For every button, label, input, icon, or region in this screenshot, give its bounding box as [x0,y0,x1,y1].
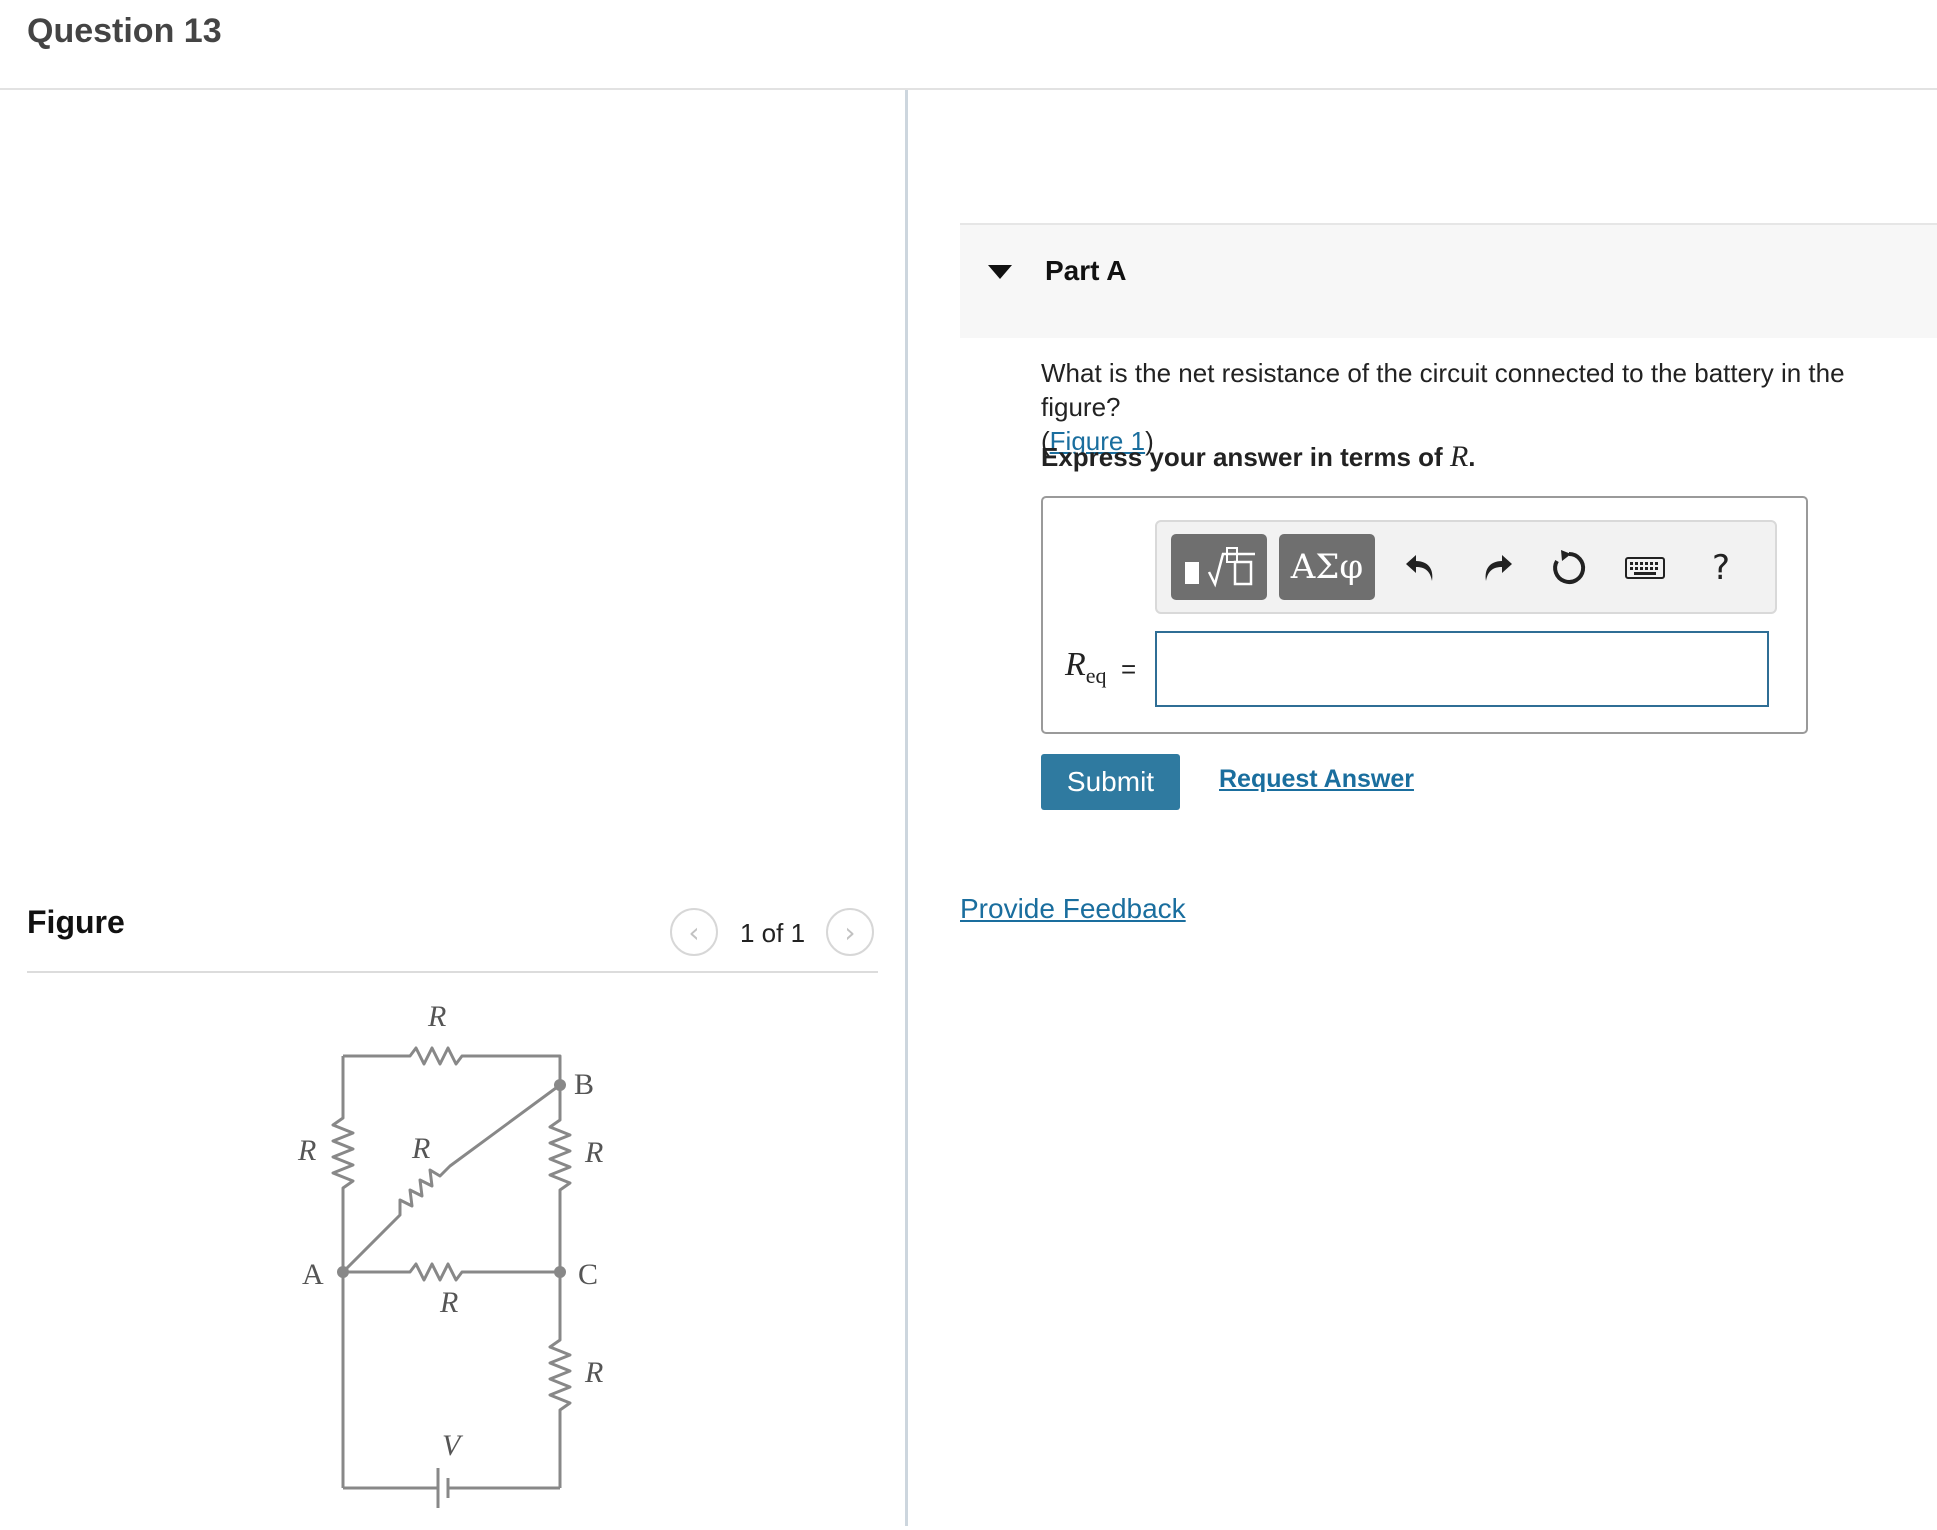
answer-box: ΑΣφ ? Req = [1041,496,1808,734]
collapse-triangle-icon[interactable] [988,265,1012,279]
label-r-left: R [297,1134,316,1167]
submit-button[interactable]: Submit [1041,754,1180,810]
wire-top [343,1046,562,1085]
templates-button[interactable] [1171,534,1267,600]
question-header: Question 13 [0,0,1937,90]
help-button[interactable]: ? [1695,542,1747,594]
panel-divider [905,90,908,1526]
help-icon: ? [1711,548,1731,588]
answer-var: R [1065,646,1086,683]
answer-input[interactable] [1155,631,1769,707]
label-r-middle: R [439,1286,458,1319]
keyboard-button[interactable] [1619,542,1671,594]
figure-divider [27,971,878,973]
label-node-a: A [302,1258,324,1291]
chevron-left-icon: ‹ [688,915,700,949]
circuit-diagram: R R R R R R A B C V [297,1000,603,1508]
reset-icon [1553,550,1586,584]
label-battery: V [442,1429,464,1462]
instruction: Express your answer in terms of R. [1041,440,1476,474]
label-r-right-lower: R [584,1356,603,1389]
undo-icon [1406,555,1433,581]
wire-left [331,1056,355,1272]
next-figure-button[interactable]: › [826,908,874,956]
figure-pager: ‹ 1 of 1 › [670,908,880,960]
question-body: What is the net resistance of the circui… [1041,358,1845,422]
label-node-b: B [574,1068,594,1101]
label-r-right-upper: R [584,1136,603,1169]
instruction-var: R [1449,440,1469,473]
node-c-dot [554,1266,566,1278]
figure-title: Figure [27,904,125,940]
redo-button[interactable] [1471,542,1523,594]
node-b-dot [554,1079,566,1091]
label-r-top: R [427,1000,446,1033]
instruction-prefix: Express your answer in terms of [1041,442,1450,472]
answer-variable-label: Req [1065,646,1107,689]
node-a-dot [337,1266,349,1278]
wire-diagonal [341,1083,561,1274]
instruction-suffix: . [1468,442,1476,472]
reset-button[interactable] [1543,542,1595,594]
prev-figure-button[interactable]: ‹ [670,908,718,956]
greek-icon: ΑΣφ [1290,547,1364,587]
wire-right-upper [548,1085,572,1272]
wire-middle [343,1262,560,1282]
templates-icon [1185,547,1255,588]
undo-button[interactable] [1395,542,1447,594]
question-title: Question 13 [27,12,222,50]
chevron-right-icon: › [844,915,856,949]
part-label: Part A [1045,255,1127,286]
redo-icon [1485,555,1512,581]
request-answer-link[interactable]: Request Answer [1219,765,1414,794]
label-node-c: C [578,1258,598,1291]
figure-counter: 1 of 1 [740,918,806,948]
wire-right-lower [548,1272,572,1488]
provide-feedback-link[interactable]: Provide Feedback [960,893,1186,925]
equals-sign: = [1121,654,1137,684]
keyboard-icon [1625,557,1665,579]
label-r-diag: R [411,1132,430,1165]
answer-var-subscript: eq [1085,662,1107,688]
part-a-header[interactable]: Part A [960,223,1937,338]
math-toolbar: ΑΣφ ? [1155,520,1777,614]
greek-button[interactable]: ΑΣφ [1279,534,1375,600]
